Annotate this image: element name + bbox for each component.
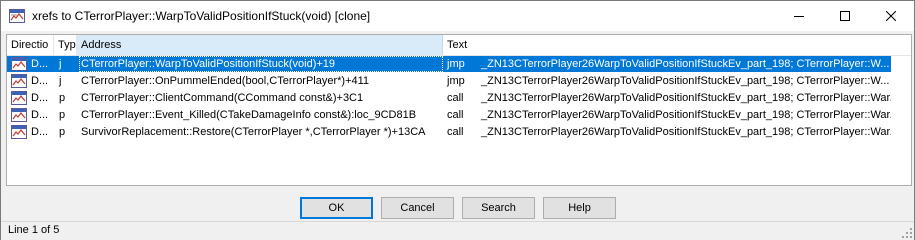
row-text: _ZN13CTerrorPlayer26WarpToValidPositionI… <box>481 126 891 138</box>
row-instruction: call <box>447 109 464 121</box>
column-header-address[interactable]: Address <box>77 35 443 55</box>
row-direction: D... <box>31 92 49 104</box>
row-type: p <box>59 92 66 104</box>
row-type: p <box>59 126 66 138</box>
table-row[interactable]: D... j CTerrorPlayer::OnPummelEnded(bool… <box>7 73 891 89</box>
column-header-type[interactable]: Typ <box>54 35 77 55</box>
resize-grip-icon[interactable] <box>902 228 912 238</box>
minimize-button[interactable] <box>776 1 822 31</box>
row-address: CTerrorPlayer::OnPummelEnded(bool,CTerro… <box>81 75 370 87</box>
title-bar[interactable]: xrefs to CTerrorPlayer::WarpToValidPosit… <box>1 1 914 31</box>
row-address: CTerrorPlayer::WarpToValidPositionIfStuc… <box>79 56 443 72</box>
row-text: _ZN13CTerrorPlayer26WarpToValidPositionI… <box>481 109 891 121</box>
xref-row-icon <box>11 91 27 105</box>
row-address: SurvivorReplacement::Restore(CTerrorPlay… <box>81 126 426 138</box>
xref-row-icon <box>11 57 27 71</box>
row-type: j <box>59 58 62 70</box>
close-icon <box>886 11 896 21</box>
window-title: xrefs to CTerrorPlayer::WarpToValidPosit… <box>32 9 371 23</box>
status-text: Line 1 of 5 <box>8 224 60 236</box>
help-button[interactable]: Help <box>543 197 616 219</box>
minimize-icon <box>794 16 804 17</box>
column-header-text[interactable]: Text <box>443 35 911 55</box>
ok-button[interactable]: OK <box>300 197 373 219</box>
row-instruction: call <box>447 92 464 104</box>
row-direction: D... <box>31 126 49 138</box>
row-address: CTerrorPlayer::ClientCommand(CCommand co… <box>81 92 364 104</box>
xrefs-dialog: xrefs to CTerrorPlayer::WarpToValidPosit… <box>0 0 915 240</box>
dialog-buttons: OK Cancel Search Help <box>1 197 915 221</box>
row-direction: D... <box>31 75 49 87</box>
column-header-direction[interactable]: Directio <box>7 35 54 55</box>
row-instruction: jmp <box>447 58 465 70</box>
table-row[interactable]: D... j CTerrorPlayer::WarpToValidPositio… <box>7 56 891 72</box>
table-row[interactable]: D... p CTerrorPlayer::ClientCommand(CCom… <box>7 90 891 106</box>
xrefs-window-icon <box>9 9 25 23</box>
search-button[interactable]: Search <box>462 197 535 219</box>
cancel-button[interactable]: Cancel <box>381 197 454 219</box>
row-direction: D... <box>31 58 49 70</box>
xref-row-icon <box>11 108 27 122</box>
row-text: _ZN13CTerrorPlayer26WarpToValidPositionI… <box>481 58 890 70</box>
row-type: p <box>59 109 66 121</box>
row-instruction: call <box>447 126 464 138</box>
maximize-button[interactable] <box>822 1 868 31</box>
row-text: _ZN13CTerrorPlayer26WarpToValidPositionI… <box>481 75 890 87</box>
row-address: CTerrorPlayer::Event_Killed(CTakeDamageI… <box>81 109 417 121</box>
xref-row-icon <box>11 74 27 88</box>
table-row[interactable]: D... p SurvivorReplacement::Restore(CTer… <box>7 124 891 140</box>
row-type: j <box>59 75 62 87</box>
maximize-icon <box>840 11 850 21</box>
table-row[interactable]: D... p CTerrorPlayer::Event_Killed(CTake… <box>7 107 891 123</box>
list-header: Directio Typ Address Text <box>7 35 911 56</box>
close-button[interactable] <box>868 1 914 31</box>
row-text: _ZN13CTerrorPlayer26WarpToValidPositionI… <box>481 92 891 104</box>
xrefs-list[interactable]: Directio Typ Address Text D... j CTerror… <box>6 34 912 186</box>
row-direction: D... <box>31 109 49 121</box>
row-instruction: jmp <box>447 75 465 87</box>
status-bar: Line 1 of 5 <box>1 221 914 240</box>
xref-row-icon <box>11 125 27 139</box>
